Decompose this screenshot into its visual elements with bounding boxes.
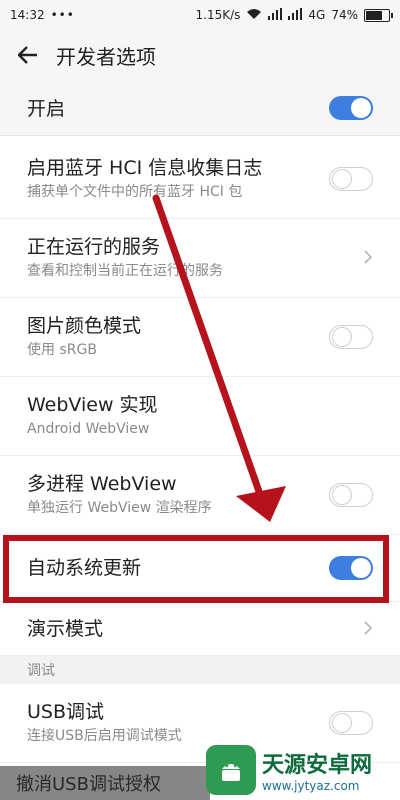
page-title: 开发者选项: [56, 44, 156, 69]
network-speed: 1.15K/s: [195, 8, 241, 22]
status-time: 14:32: [10, 8, 45, 22]
row-title: 启用蓝牙 HCI 信息收集日志: [27, 157, 263, 179]
signal-icon: [268, 7, 283, 23]
watermark-name: 天源安卓网: [262, 753, 373, 778]
section-header-debugging: 调试: [0, 656, 400, 684]
multiprocess-webview-toggle[interactable]: [329, 483, 373, 507]
android-logo-icon: [206, 745, 256, 795]
revoke-usb-auth-row[interactable]: 撤消USB调试授权: [0, 766, 210, 800]
row-texts: 启用蓝牙 HCI 信息收集日志 捕获单个文件中的所有蓝牙 HCI 包: [27, 156, 329, 202]
toggle-knob: [332, 713, 352, 733]
watermark: 天源安卓网 www.jytyaz.com: [206, 740, 400, 800]
status-right: 1.15K/s 4G 74%: [195, 7, 393, 23]
row-summary: Android WebView: [27, 421, 150, 437]
setting-demo-mode[interactable]: 演示模式: [0, 602, 400, 656]
chevron-right-icon: [353, 617, 373, 641]
setting-picture-color-mode[interactable]: 图片颜色模式 使用 sRGB: [0, 298, 400, 377]
toggle-knob: [351, 97, 371, 118]
row-summary: 使用 sRGB: [27, 342, 97, 358]
wifi-icon: [246, 8, 262, 23]
row-title: 多进程 WebView: [27, 473, 177, 495]
row-title: 演示模式: [27, 617, 104, 640]
row-texts: 多进程 WebView 单独运行 WebView 渲染程序: [27, 472, 329, 518]
usb-debugging-toggle[interactable]: [329, 711, 373, 735]
auto-system-update-toggle[interactable]: [329, 556, 373, 580]
master-toggle[interactable]: [329, 95, 373, 120]
row-texts: 自动系统更新: [27, 556, 329, 580]
row-summary: 查看和控制当前正在运行的服务: [27, 263, 223, 279]
picture-color-toggle[interactable]: [329, 325, 373, 349]
row-texts: 正在运行的服务 查看和控制当前正在运行的服务: [27, 235, 353, 281]
setting-webview-implementation[interactable]: WebView 实现 Android WebView: [0, 377, 400, 456]
row-title: 自动系统更新: [27, 557, 142, 579]
app-bar: 开发者选项: [0, 30, 400, 80]
toggle-knob: [351, 558, 371, 578]
bluetooth-hci-toggle[interactable]: [329, 167, 373, 191]
battery-icon: [364, 8, 393, 22]
toggle-knob: [332, 327, 352, 347]
battery-fill: [366, 10, 383, 20]
setting-auto-system-update[interactable]: 自动系统更新: [0, 535, 400, 602]
settings-list: 启用蓝牙 HCI 信息收集日志 捕获单个文件中的所有蓝牙 HCI 包 正在运行的…: [0, 140, 400, 763]
row-title: 正在运行的服务: [27, 236, 161, 258]
signal-icon-2: [288, 7, 303, 23]
row-texts: 图片颜色模式 使用 sRGB: [27, 314, 329, 360]
watermark-text: 天源安卓网 www.jytyaz.com: [262, 747, 372, 793]
chevron-right-icon: [353, 246, 373, 270]
status-bar: 14:32 ••• 1.15K/s 4G 74%: [0, 0, 400, 30]
revoke-usb-auth-label: 撤消USB调试授权: [16, 774, 161, 795]
watermark-url: www.jytyaz.com: [262, 779, 360, 793]
toggle-knob: [332, 485, 352, 505]
row-title: 图片颜色模式: [27, 315, 142, 337]
setting-bluetooth-hci-log[interactable]: 启用蓝牙 HCI 信息收集日志 捕获单个文件中的所有蓝牙 HCI 包: [0, 140, 400, 219]
master-label: 开启: [27, 98, 66, 120]
battery-percent: 74%: [331, 8, 358, 22]
setting-multiprocess-webview[interactable]: 多进程 WebView 单独运行 WebView 渲染程序: [0, 456, 400, 535]
row-title: WebView 实现: [27, 394, 158, 416]
network-type: 4G: [308, 8, 326, 22]
row-summary: 单独运行 WebView 渲染程序: [27, 500, 212, 516]
setting-running-services[interactable]: 正在运行的服务 查看和控制当前正在运行的服务: [0, 219, 400, 298]
status-more-dots: •••: [50, 8, 75, 22]
row-title: USB调试: [27, 701, 105, 723]
row-texts: 演示模式: [27, 617, 353, 641]
row-summary: 捕获单个文件中的所有蓝牙 HCI 包: [27, 184, 243, 200]
developer-options-master-row[interactable]: 开启: [0, 80, 400, 136]
back-arrow-icon[interactable]: [0, 30, 56, 80]
row-texts: WebView 实现 Android WebView: [27, 393, 373, 439]
toggle-knob: [332, 169, 352, 189]
